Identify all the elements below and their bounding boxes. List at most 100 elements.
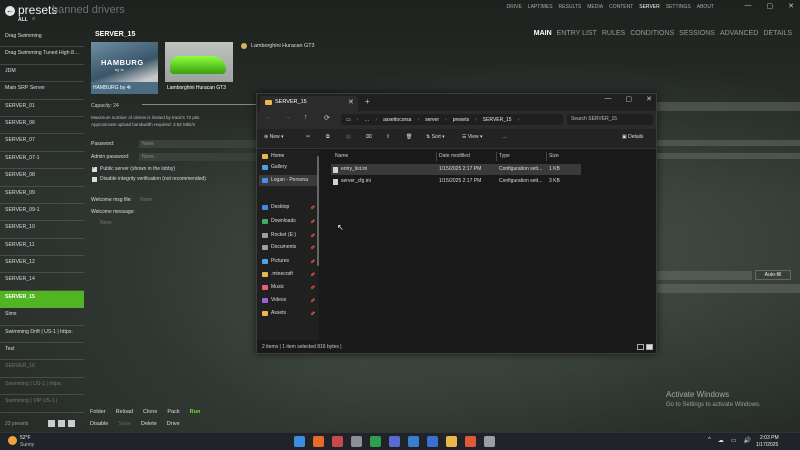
delete-button[interactable]: Delete [141,418,157,430]
nav-item-pictures[interactable]: Pictures 📌 [259,256,317,267]
welcome-file-field[interactable]: None [140,197,152,203]
column-size[interactable]: Size [549,153,559,159]
car-name[interactable]: Lamborghini Huracan GT3 [251,43,315,49]
run-button[interactable]: Run [190,406,201,418]
nav-item-music[interactable]: Music 📌 [259,282,317,293]
preset-item[interactable]: SERVER_12 [0,256,84,274]
paste-icon[interactable]: ▤ [346,134,351,140]
breadcrumb-presets[interactable]: presets [453,117,469,123]
nav-scrollbar[interactable] [317,156,319,266]
explorer-maximize-icon[interactable]: ▢ [626,95,633,103]
nav-item-gallery[interactable]: Gallery [259,162,317,173]
preset-item[interactable]: Swimming Drift | US-1 | https: [0,326,84,344]
filter-all[interactable]: ALL [18,17,28,23]
preset-item[interactable]: Test [0,343,84,361]
right-field-4[interactable] [657,271,752,280]
preset-item[interactable]: SERVER_14 [0,273,84,291]
preset-item[interactable]: SERVER_06 [0,117,84,135]
preset-item[interactable]: SERVER_09 [0,187,84,204]
folder-button[interactable]: Folder [90,406,106,418]
edge-icon[interactable] [408,436,419,447]
nav-back-icon[interactable]: ← [265,114,272,121]
preset-item[interactable]: SERVER_07 [0,134,84,152]
preset-item[interactable]: JDM [0,65,84,83]
maximize-icon[interactable]: ▢ [767,2,774,10]
excel-icon[interactable] [370,436,381,447]
explorer-close-icon[interactable]: ✕ [646,95,652,103]
preset-item[interactable]: SERVER_08 [0,169,84,187]
car-card[interactable]: Lamborghini Huracan GT3 [165,42,233,94]
weather-temperature[interactable]: 52°F [20,435,31,441]
right-field-1[interactable] [657,102,800,111]
preset-item[interactable]: SERVER_16 [0,360,84,378]
vscode-icon[interactable] [427,436,438,447]
details-view-icon[interactable] [637,344,644,350]
preset-item[interactable]: Main SRP Server [0,82,84,100]
add-icon[interactable] [68,420,76,427]
cloud-icon[interactable]: ☁ [718,437,724,444]
details-button[interactable]: ▣ Details [622,134,643,140]
tab-details[interactable]: DETAILS [763,30,792,37]
preset-item[interactable]: SERVER_15 [0,290,84,309]
view-button[interactable]: ☰ View ▾ [462,134,483,140]
breadcrumb-overflow-icon[interactable]: … [364,117,369,123]
nav-item-desktop[interactable]: Desktop 📌 [259,202,317,213]
firefox-icon[interactable] [313,436,324,447]
top-nav-results[interactable]: RESULTS [559,4,582,10]
column-divider[interactable] [436,152,437,161]
pin-icon[interactable]: 📌 [310,216,315,227]
top-nav-laptimes[interactable]: LAPTIMES [528,4,553,10]
preset-item[interactable]: Drag Swimming [0,30,84,48]
nav-item-videos[interactable]: Videos 📌 [259,295,317,306]
clock-time[interactable]: 2:03 PM [760,435,779,441]
file-row[interactable]: server_cfg.ini 1/15/2025 2:17 PM Configura… [331,176,581,187]
password-field[interactable]: None [139,140,259,148]
drive-button[interactable]: Drive [167,418,180,430]
preset-item[interactable]: Swimming | US-1 | https: [0,378,84,396]
top-nav-media[interactable]: MEDIA [587,4,603,10]
tab-main[interactable]: MAIN [534,30,552,37]
capacity-slider[interactable] [142,104,258,105]
clone-button[interactable]: Clone [143,406,157,418]
delete-icon[interactable]: 🗑 [406,134,412,140]
network-icon[interactable]: ▭ [731,437,737,444]
welcome-message-field[interactable]: None [100,220,112,226]
more-options-icon[interactable]: … [502,134,507,140]
pin-icon[interactable]: 📌 [310,295,315,306]
pin-icon[interactable]: 📌 [310,282,315,293]
rename-icon[interactable]: ⌧ [366,134,372,140]
weather-description[interactable]: Sunny [20,442,34,448]
preset-item[interactable]: SERVER_01 [0,100,84,117]
pin-icon[interactable]: 📌 [310,269,315,280]
preset-item[interactable]: SERVER_11 [0,239,84,257]
volume-icon[interactable]: 🔊 [744,437,751,444]
back-button[interactable]: ← [5,6,15,16]
preset-item[interactable]: Sims [0,308,84,326]
pin-icon[interactable]: 📌 [310,256,315,267]
nav-item-rocket-e[interactable]: Rocket (E:) 📌 [259,230,317,241]
breadcrumb-server[interactable]: server [425,117,439,123]
new-tab-icon[interactable]: + [365,97,370,106]
clock-date[interactable]: 1/17/2025 [756,442,778,448]
weather-icon[interactable] [8,436,17,445]
explorer-minimize-icon[interactable]: — [605,95,612,103]
pin-icon[interactable]: 📌 [310,242,315,253]
right-field-5[interactable] [657,284,800,293]
preset-item[interactable]: SERVER_09-1 [0,204,84,222]
public-server-checkbox[interactable] [92,165,97,172]
pin-icon[interactable]: 📌 [310,230,315,241]
steam-icon[interactable] [351,436,362,447]
column-divider[interactable] [546,152,547,161]
file-explorer-icon[interactable] [446,436,457,447]
nav-up-icon[interactable]: ↑ [304,114,308,121]
banned-drivers-link[interactable]: banned drivers [52,4,125,16]
nav-item-logan-persona[interactable]: Logan - Persona [259,175,317,186]
pin-icon[interactable]: 📌 [310,202,315,213]
app-icon[interactable] [332,436,343,447]
copy-icon[interactable]: ⧉ [326,134,330,140]
explorer-search-input[interactable]: Search SERVER_15 [567,114,653,125]
discord-icon[interactable] [389,436,400,447]
address-bar[interactable]: ▭ › … › assettocorsa › server › presets … [341,114,563,125]
column-name[interactable]: Name [335,153,348,159]
pin-icon[interactable]: 📌 [310,308,315,319]
